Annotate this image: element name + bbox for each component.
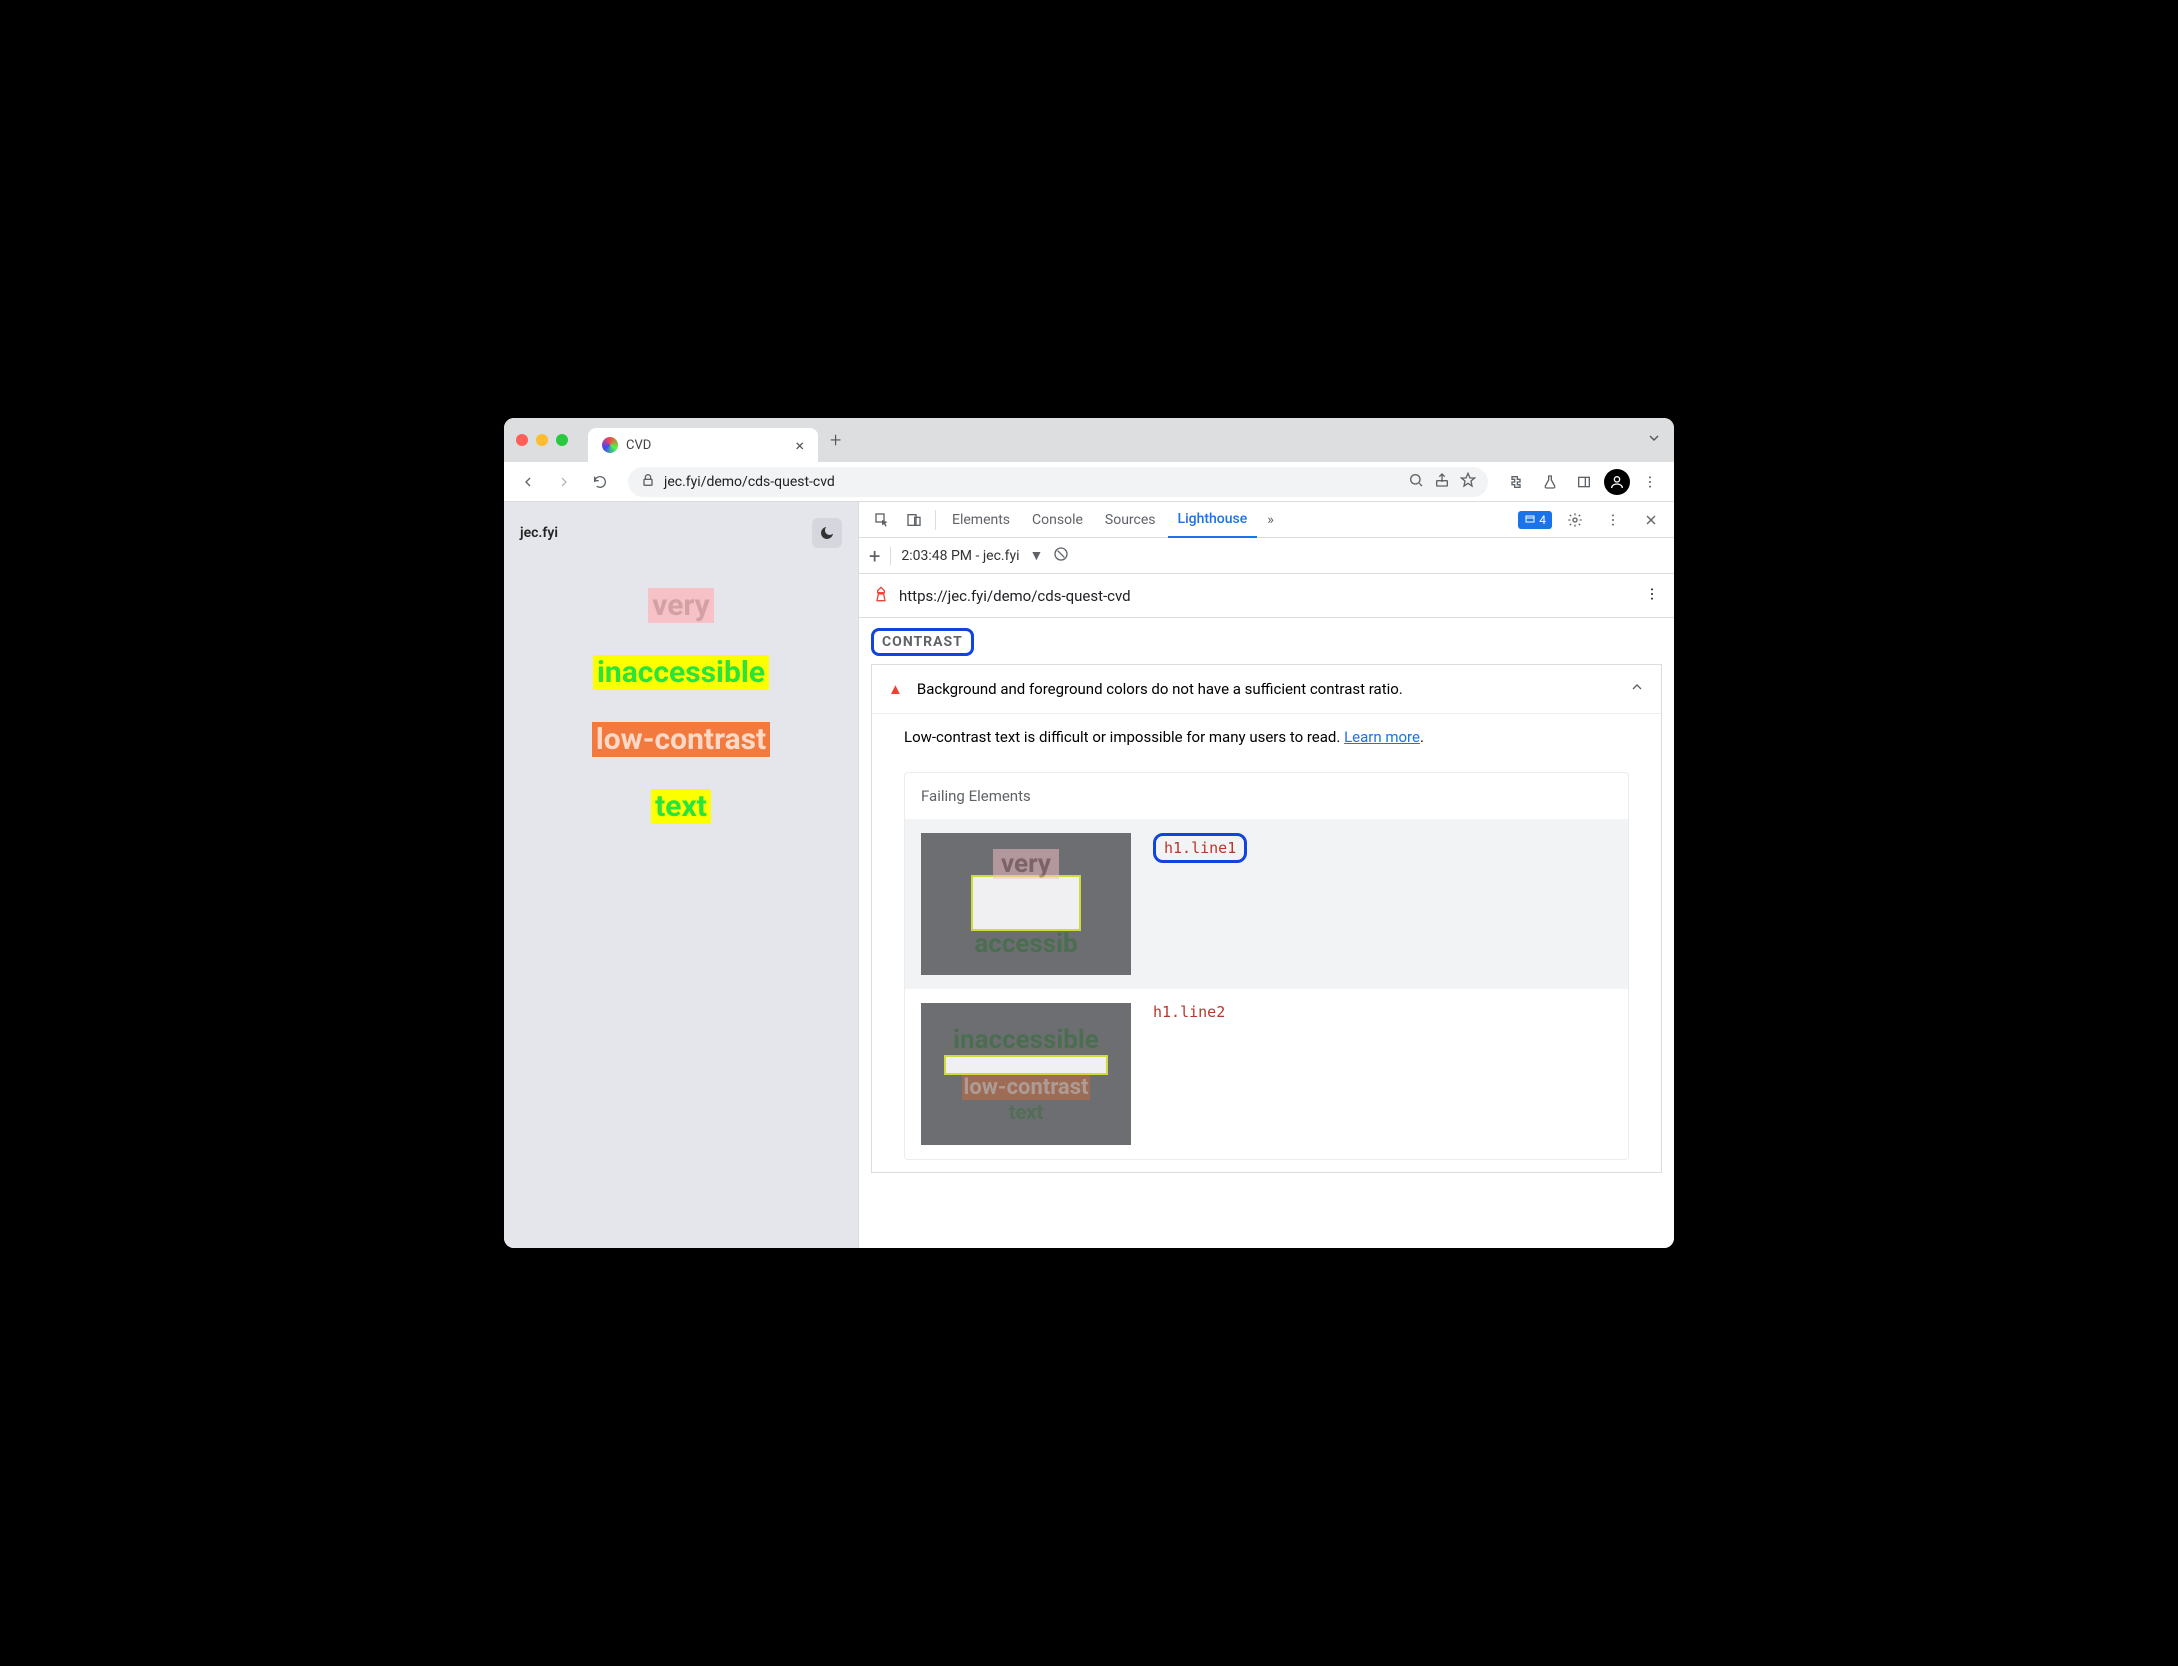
maximize-window-button[interactable]: [556, 434, 568, 446]
failing-element-row[interactable]: very accessib h1.line1: [905, 819, 1628, 989]
theme-toggle-button[interactable]: [812, 518, 842, 548]
failing-elements-box: Failing Elements very accessib h1.line1: [904, 772, 1629, 1160]
element-thumbnail: inaccessible low-contrast text: [921, 1003, 1131, 1145]
browser-menu-button[interactable]: [1636, 468, 1664, 496]
demo-line-2: inaccessible: [593, 655, 769, 690]
address-bar: jec.fyi/demo/cds-quest-cvd: [504, 462, 1674, 502]
browser-tabbar: CVD × +: [504, 418, 1674, 462]
close-devtools-button[interactable]: [1636, 505, 1666, 535]
share-icon[interactable]: [1434, 472, 1450, 492]
profile-avatar[interactable]: [1604, 469, 1630, 495]
tabs-overflow-button[interactable]: [1646, 430, 1662, 450]
element-selector: h1.line2: [1153, 1003, 1225, 1021]
url-input[interactable]: jec.fyi/demo/cds-quest-cvd: [628, 467, 1488, 497]
warning-icon: ▲: [888, 680, 903, 698]
tab-console[interactable]: Console: [1022, 502, 1093, 538]
devtools-panel: Elements Console Sources Lighthouse » 4 …: [859, 502, 1674, 1248]
sidepanel-icon[interactable]: [1570, 468, 1598, 496]
report-timestamp: 2:03:48 PM - jec.fyi: [901, 548, 1019, 564]
moon-icon: [819, 525, 835, 541]
failing-element-row[interactable]: inaccessible low-contrast text h1.line2: [905, 989, 1628, 1159]
tab-lighthouse[interactable]: Lighthouse: [1168, 502, 1258, 538]
demo-line-1: very: [648, 588, 714, 623]
new-tab-button[interactable]: +: [830, 428, 841, 452]
devtools-menu-button[interactable]: [1598, 505, 1628, 535]
minimize-window-button[interactable]: [536, 434, 548, 446]
demo-line-4: text: [651, 789, 711, 824]
report-menu-button[interactable]: [1644, 586, 1660, 606]
new-report-button[interactable]: +: [869, 544, 880, 568]
issues-badge[interactable]: 4: [1518, 511, 1552, 529]
labs-icon[interactable]: [1536, 468, 1564, 496]
close-window-button[interactable]: [516, 434, 528, 446]
extensions-icon[interactable]: [1502, 468, 1530, 496]
tabs-more-button[interactable]: »: [1259, 512, 1282, 528]
device-toggle-icon[interactable]: [899, 505, 929, 535]
collapse-icon: [1629, 679, 1645, 699]
forward-button[interactable]: [550, 468, 578, 496]
demo-line-3: low-contrast: [592, 722, 770, 757]
lighthouse-url-bar: https://jec.fyi/demo/cds-quest-cvd: [859, 574, 1674, 618]
report-dropdown-icon[interactable]: ▼: [1030, 547, 1044, 564]
element-thumbnail: very accessib: [921, 833, 1131, 975]
settings-icon[interactable]: [1560, 505, 1590, 535]
contrast-label: CONTRAST: [871, 628, 974, 656]
window-controls: [516, 434, 568, 446]
browser-tab[interactable]: CVD ×: [588, 428, 818, 462]
tab-sources[interactable]: Sources: [1095, 502, 1166, 538]
url-text: jec.fyi/demo/cds-quest-cvd: [664, 474, 835, 490]
back-button[interactable]: [514, 468, 542, 496]
site-title: jec.fyi: [520, 525, 558, 541]
favicon-icon: [602, 437, 618, 453]
lighthouse-toolbar: + 2:03:48 PM - jec.fyi ▼: [859, 538, 1674, 574]
clear-button[interactable]: [1053, 546, 1069, 566]
audit-title: Background and foreground colors do not …: [917, 680, 1403, 698]
browser-toolbar-icons: [1502, 468, 1664, 496]
close-tab-button[interactable]: ×: [795, 436, 804, 455]
audit-header[interactable]: ▲ Background and foreground colors do no…: [872, 665, 1661, 713]
devtools-tabbar: Elements Console Sources Lighthouse » 4: [859, 502, 1674, 538]
learn-more-link[interactable]: Learn more: [1344, 728, 1420, 746]
tab-elements[interactable]: Elements: [942, 502, 1020, 538]
lock-icon: [640, 472, 656, 492]
audit-section-label: CONTRAST: [859, 618, 1674, 664]
browser-window: CVD × + jec.fyi/demo/cds-quest-cvd: [504, 418, 1674, 1248]
inspect-icon[interactable]: [867, 505, 897, 535]
zoom-icon[interactable]: [1408, 472, 1424, 492]
audit-card: ▲ Background and foreground colors do no…: [871, 664, 1662, 1173]
bookmark-icon[interactable]: [1460, 472, 1476, 492]
failing-elements-title: Failing Elements: [905, 773, 1628, 819]
page-viewport: jec.fyi very inaccessible low-contrast t…: [504, 502, 859, 1248]
audit-description: Low-contrast text is difficult or imposs…: [872, 713, 1661, 760]
report-url: https://jec.fyi/demo/cds-quest-cvd: [899, 587, 1131, 605]
lighthouse-icon: [873, 586, 889, 606]
element-selector: h1.line1: [1153, 833, 1247, 863]
tab-title: CVD: [626, 438, 651, 453]
reload-button[interactable]: [586, 468, 614, 496]
